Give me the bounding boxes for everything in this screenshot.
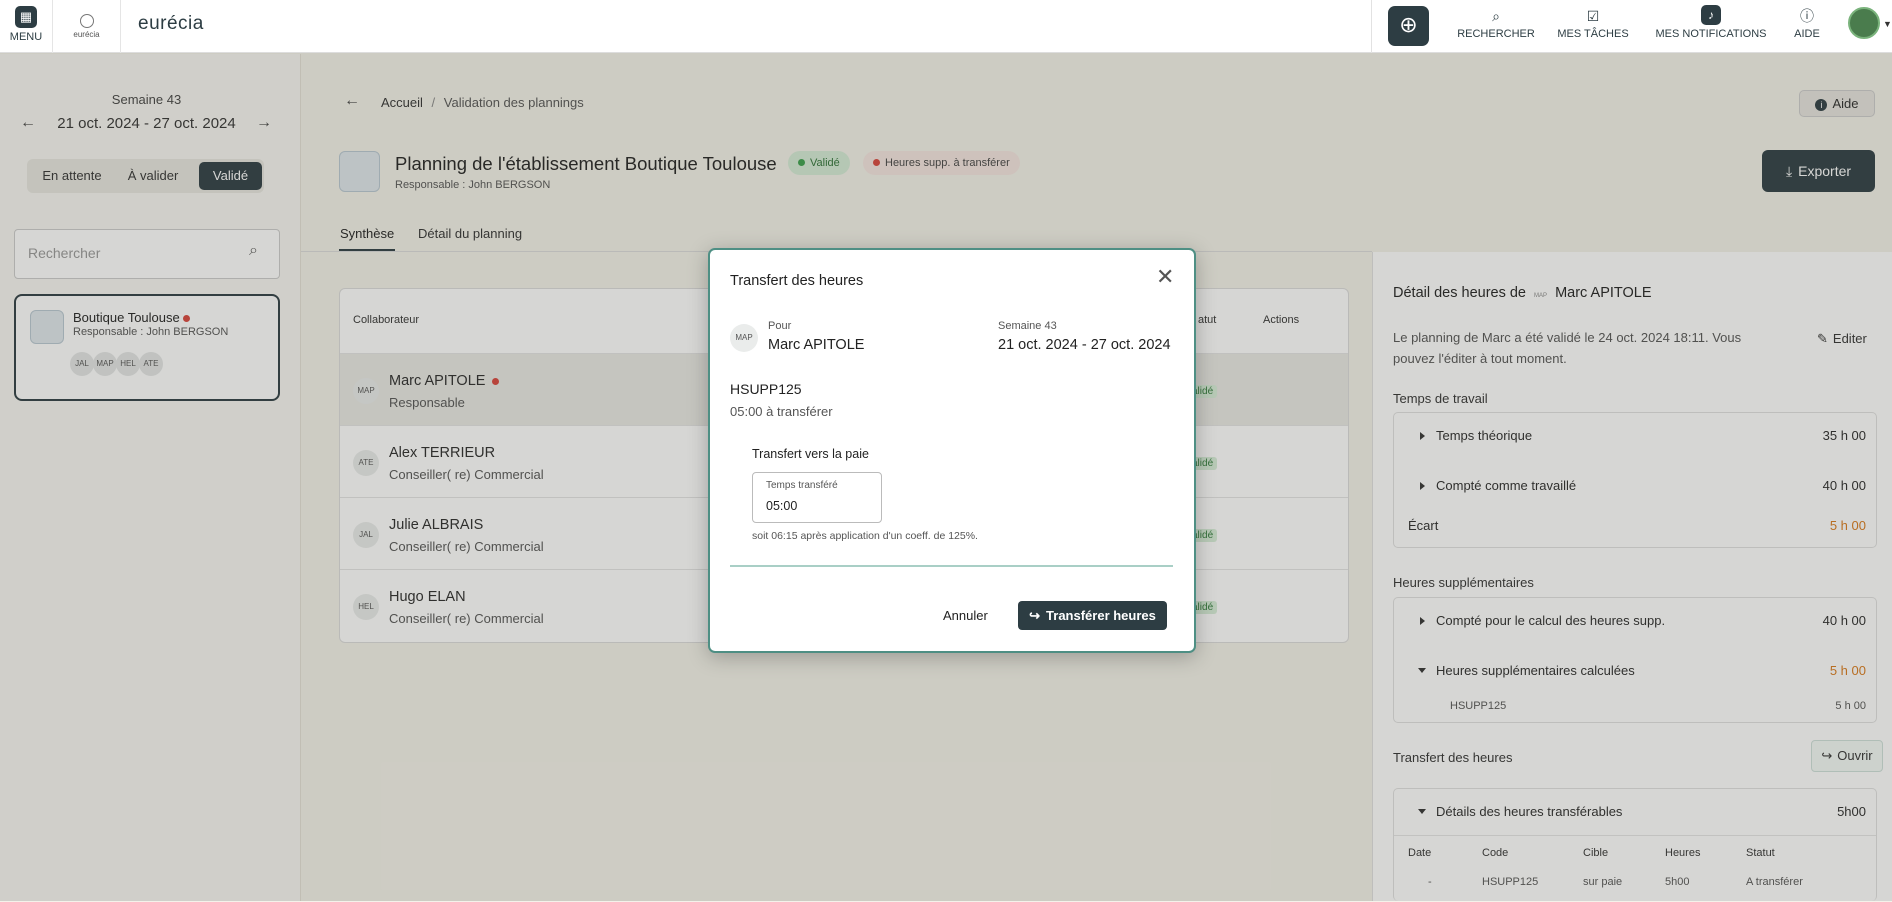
bell-icon: ♪	[1701, 5, 1721, 25]
search-icon: ⌕	[1492, 8, 1500, 24]
field-label: Temps transféré	[766, 480, 838, 491]
cancel-button[interactable]: Annuler	[943, 608, 988, 623]
help-icon: ⓘ	[1800, 8, 1814, 24]
transferred-time-field[interactable]: Temps transféré 05:00	[752, 472, 882, 523]
plus-icon: ⊕	[1399, 12, 1418, 37]
share-icon: ↪	[1029, 608, 1041, 623]
menu-button[interactable]: ▦ MENU	[0, 0, 53, 53]
logo-small-icon	[79, 14, 94, 28]
hours-to-transfer: 05:00 à transférer	[730, 404, 833, 419]
transfer-hours-button[interactable]: ↪ Transférer heures	[1018, 601, 1167, 630]
grid-icon: ▦	[15, 6, 37, 28]
add-button[interactable]: ⊕	[1388, 6, 1429, 46]
notifications-nav-label: MES NOTIFICATIONS	[1655, 28, 1767, 40]
divider	[1371, 0, 1372, 53]
avatar: MAP	[730, 324, 758, 352]
field-value: 05:00	[766, 499, 798, 513]
logo-small: eurécia	[53, 0, 121, 53]
checklist-icon: ☑	[1586, 8, 1600, 24]
logo-small-text: eurécia	[73, 30, 100, 39]
for-label: Pour	[768, 320, 792, 332]
notifications-nav-button[interactable]: ♪ MES NOTIFICATIONS	[1652, 0, 1770, 53]
help-nav-button[interactable]: ⓘ AIDE	[1785, 0, 1829, 53]
logo: eurécia	[138, 13, 204, 34]
employee-name: Marc APITOLE	[768, 337, 865, 353]
search-nav-label: RECHERCHER	[1457, 28, 1535, 40]
tasks-nav-label: MES TÂCHES	[1557, 28, 1629, 40]
close-icon[interactable]: ✕	[1156, 266, 1174, 288]
modal-divider	[730, 565, 1173, 567]
search-nav-button[interactable]: ⌕ RECHERCHER	[1453, 0, 1539, 53]
tasks-nav-button[interactable]: ☑ MES TÂCHES	[1553, 0, 1633, 53]
payroll-label: Transfert vers la paie	[752, 447, 869, 461]
transfer-hours-label: Transférer heures	[1046, 608, 1156, 623]
coefficient-note: soit 06:15 après application d'un coeff.…	[752, 530, 978, 542]
week-label: Semaine 43	[998, 320, 1057, 332]
overtime-code: HSUPP125	[730, 381, 802, 397]
week-range: 21 oct. 2024 - 27 oct. 2024	[998, 337, 1171, 353]
menu-label: MENU	[9, 31, 43, 43]
transfer-modal: Transfert des heures ✕ MAP Pour Marc API…	[708, 248, 1196, 653]
avatar[interactable]	[1848, 7, 1880, 39]
help-nav-label: AIDE	[1794, 28, 1820, 40]
modal-title: Transfert des heures	[730, 273, 864, 289]
chevron-down-icon[interactable]: ▼	[1883, 19, 1892, 29]
